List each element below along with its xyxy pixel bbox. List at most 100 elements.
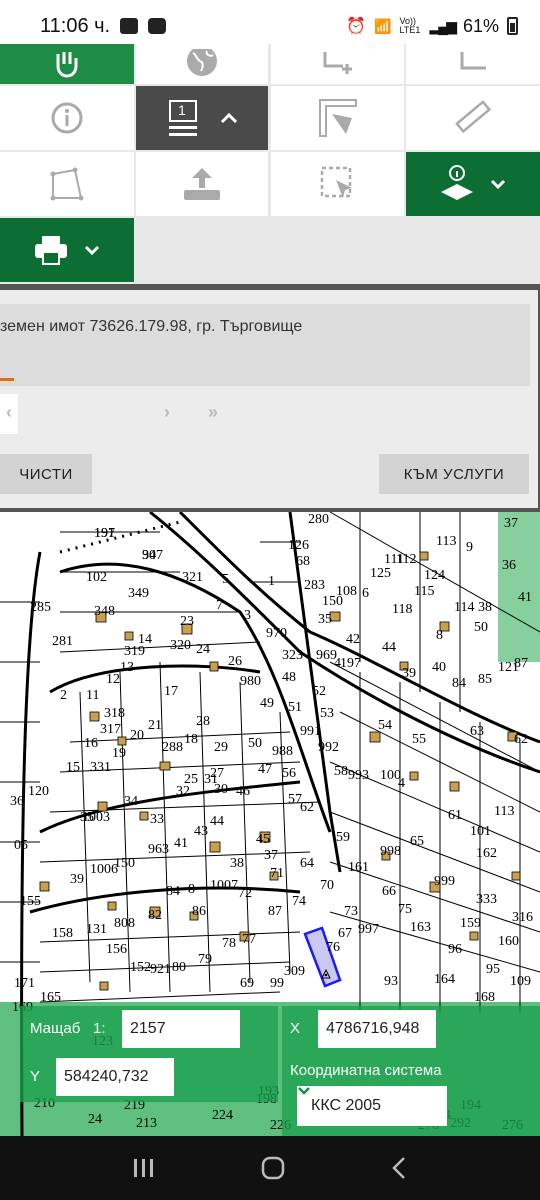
parcel-number-label: 988 bbox=[272, 744, 293, 759]
parcel-number-label: 281 bbox=[52, 634, 73, 649]
scale-prefix: 1: bbox=[93, 1020, 106, 1037]
parcel-number-label: 980 bbox=[240, 674, 261, 689]
parcel-number-label: 69 bbox=[240, 976, 254, 991]
to-services-button[interactable]: КЪМ УСЛУГИ bbox=[379, 454, 529, 494]
parcel-number-label: 24 bbox=[196, 642, 210, 657]
battery-percent: 61% bbox=[462, 15, 499, 36]
parcel-number-label: 23 bbox=[180, 614, 194, 629]
print-button[interactable] bbox=[0, 218, 134, 282]
parcel-number-label: 36 bbox=[10, 794, 24, 809]
parcel-number-label: 54 bbox=[378, 718, 392, 733]
parcel-number-label: 45 bbox=[256, 832, 270, 847]
pager-next-button[interactable]: › bbox=[164, 402, 170, 423]
parcel-number-label: 4 bbox=[398, 776, 405, 791]
parcel-number-label: 73 bbox=[344, 904, 358, 919]
parcel-number-label: 9 bbox=[466, 540, 473, 555]
parcel-number-label: 126 bbox=[288, 538, 309, 553]
parcel-number-label: 921 bbox=[150, 962, 171, 977]
parcel-number-label: 61 bbox=[448, 808, 462, 823]
parcel-number-label: 30 bbox=[142, 548, 156, 563]
parcel-number-label: 112 bbox=[396, 552, 417, 567]
scale-input[interactable]: 2157 bbox=[122, 1010, 240, 1048]
map-toolbar: 1 bbox=[0, 44, 540, 284]
identify-layers-icon bbox=[441, 165, 473, 200]
pan-hand-button[interactable] bbox=[0, 44, 134, 84]
globe-button[interactable] bbox=[136, 44, 268, 84]
result-header[interactable]: земен имот 73626.179.98, гр. Търговище bbox=[0, 304, 530, 386]
parcel-number-label: 87 bbox=[268, 904, 282, 919]
coordinate-system-select[interactable]: ККС 2005 bbox=[297, 1086, 447, 1126]
identify-layers-button[interactable] bbox=[406, 152, 540, 216]
parcel-number-label: 99 bbox=[270, 976, 284, 991]
parcel-number-label: 79 bbox=[198, 952, 212, 967]
hand-icon bbox=[56, 52, 78, 78]
parcel-number-label: 13 bbox=[120, 660, 134, 675]
parcel-number-label: 19 bbox=[112, 746, 126, 761]
parcel-number-label: 80 bbox=[172, 960, 186, 975]
parcel-number-label: 38 bbox=[478, 600, 492, 615]
parcel-number-label: 85 bbox=[478, 672, 492, 687]
parcel-number-label: 163 bbox=[410, 920, 431, 935]
parcel-number-label: 40 bbox=[432, 660, 446, 675]
parcel-number-label: 41 bbox=[174, 836, 188, 851]
parcel-number-label: 320 bbox=[170, 638, 191, 653]
measure-distance-button[interactable] bbox=[406, 86, 540, 150]
area-measure-icon bbox=[318, 99, 357, 137]
chevron-up-icon bbox=[220, 112, 238, 124]
parcel-number-label: 24 bbox=[88, 1112, 102, 1127]
x-coordinate-field[interactable]: 4786716,948 bbox=[318, 1010, 436, 1048]
parcel-number-label: 42 bbox=[346, 632, 360, 647]
cadastral-map[interactable]: 191 947 102 349 321 5 7 3 1 285 348 23 281 14 319 320 24… bbox=[0, 512, 540, 1136]
parcel-number-label: 67 bbox=[338, 926, 352, 941]
recent-apps-icon[interactable] bbox=[132, 1157, 156, 1179]
parcel-number-label: 50 bbox=[248, 736, 262, 751]
home-icon[interactable] bbox=[260, 1155, 286, 1181]
parcel-number-label: 96 bbox=[448, 942, 462, 957]
layers-stack-icon: 1 bbox=[165, 94, 205, 142]
parcel-number-label: 46 bbox=[236, 784, 250, 799]
parcel-number-label: 66 bbox=[382, 884, 396, 899]
parcel-number-label: 317 bbox=[100, 722, 121, 737]
wifi-icon: 📶 bbox=[374, 17, 392, 34]
parcel-number-label: 47 bbox=[258, 762, 272, 777]
measure-area-button[interactable] bbox=[271, 86, 404, 150]
parcel-number-label: 120 bbox=[28, 784, 49, 799]
alarm-icon: ⏰ bbox=[346, 18, 367, 35]
select-by-rectangle-button[interactable] bbox=[271, 152, 404, 216]
parcel-number-label: 318 bbox=[104, 706, 125, 721]
parcel-number-label: 4 bbox=[334, 656, 341, 671]
parcel-number-label: 113 bbox=[436, 534, 457, 549]
draw-polygon-button[interactable] bbox=[0, 152, 134, 216]
parcel-number-label: 17 bbox=[164, 684, 178, 699]
pager-last-button[interactable]: » bbox=[208, 402, 218, 423]
parcel-number-label: 20 bbox=[130, 728, 144, 743]
layers-toggle-button[interactable]: 1 bbox=[136, 86, 268, 150]
parcel-number-label: 37 bbox=[264, 848, 278, 863]
parcel-number-label: 44 bbox=[210, 814, 224, 829]
parcel-number-label: 49 bbox=[260, 696, 274, 711]
parcel-number-label: 12 bbox=[106, 672, 120, 687]
pager-prev-button[interactable]: ‹ bbox=[6, 402, 12, 423]
parcel-number-label: 102 bbox=[86, 570, 107, 585]
parcel-number-label: 164 bbox=[434, 972, 455, 987]
battery-icon bbox=[507, 17, 518, 35]
draw-rectangle-button[interactable] bbox=[271, 44, 404, 84]
parcel-number-label: 997 bbox=[358, 922, 379, 937]
parcel-number-label: 32 bbox=[176, 784, 190, 799]
back-icon[interactable] bbox=[390, 1155, 408, 1181]
info-button[interactable] bbox=[0, 86, 134, 150]
parcel-number-label: 48 bbox=[282, 670, 296, 685]
upload-button[interactable] bbox=[136, 152, 268, 216]
parcel-number-label: 309 bbox=[284, 964, 305, 979]
identify-panel-body: земен имот 73626.179.98, гр. Търговище ‹… bbox=[0, 290, 538, 508]
draw-area-button[interactable] bbox=[406, 44, 540, 84]
parcel-number-label: 41 bbox=[518, 590, 532, 605]
y-coordinate-field[interactable]: 584240,732 bbox=[56, 1058, 174, 1096]
parcel-number-label: 999 bbox=[434, 874, 455, 889]
clear-button[interactable]: ЧИСТИ bbox=[0, 454, 92, 494]
parcel-number-label: 28 bbox=[196, 714, 210, 729]
collapse-indicator[interactable] bbox=[0, 378, 14, 381]
parcel-number-label: 77 bbox=[242, 932, 256, 947]
parcel-number-label: 998 bbox=[380, 844, 401, 859]
parcel-number-label: 53 bbox=[320, 706, 334, 721]
